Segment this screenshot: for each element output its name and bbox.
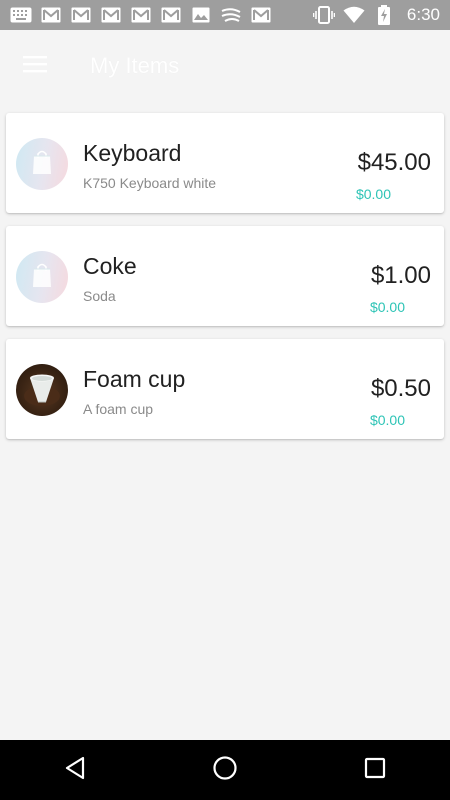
keyboard-icon [10, 6, 32, 24]
navigation-bar [0, 740, 450, 800]
recents-icon [364, 757, 386, 784]
item-price: $1.00 [370, 262, 431, 289]
gmail-icon [70, 6, 92, 24]
item-card[interactable]: Foam cup A foam cup $0.50 $0.00 [6, 339, 444, 439]
item-name: Foam cup [83, 366, 186, 392]
menu-button[interactable] [0, 30, 70, 102]
back-button[interactable] [45, 740, 105, 800]
image-icon [190, 6, 212, 24]
item-description: Soda [83, 288, 116, 304]
gmail-icon [130, 6, 152, 24]
item-description: A foam cup [83, 401, 154, 417]
vibrate-icon [312, 6, 335, 24]
item-description: K750 Keyboard white [83, 175, 217, 191]
item-image [16, 251, 68, 303]
item-list: Keyboard K750 Keyboard white $45.00 $0.0… [6, 113, 444, 452]
page-title: My Items [90, 53, 180, 78]
foam-cup-photo [16, 364, 68, 416]
item-card[interactable]: Coke Soda $1.00 $0.00 [6, 226, 444, 326]
gmail-icon [40, 6, 62, 24]
item-name: Keyboard [83, 140, 182, 166]
wifi-icon [343, 6, 365, 24]
home-button[interactable] [195, 740, 255, 800]
item-sub-price: $0.00 [369, 299, 405, 315]
recents-button[interactable] [345, 740, 405, 800]
notification-icons [10, 6, 272, 24]
item-sub-price: $0.00 [355, 186, 391, 202]
gmail-icon [160, 6, 182, 24]
battery-charging-icon [373, 5, 395, 25]
item-price: $45.00 [357, 149, 431, 176]
item-image [16, 138, 68, 190]
status-time: 6:30 [406, 5, 440, 24]
item-name: Coke [83, 253, 137, 279]
status-bar: 6:30 [0, 0, 450, 30]
swiftkey-icon [220, 6, 242, 24]
system-icons: 6:30 [312, 5, 440, 25]
shopping-bag-icon [31, 262, 53, 293]
item-price: $0.50 [370, 375, 431, 402]
app-bar: My Items [0, 30, 450, 102]
shopping-bag-icon [31, 149, 53, 180]
back-icon [64, 756, 86, 785]
gmail-icon [250, 6, 272, 24]
item-card[interactable]: Keyboard K750 Keyboard white $45.00 $0.0… [6, 113, 444, 213]
item-sub-price: $0.00 [369, 412, 405, 428]
home-icon [212, 755, 238, 786]
hamburger-menu-icon [23, 55, 47, 78]
gmail-icon [100, 6, 122, 24]
screen: 6:30 My Items Keyboard K750 Keyboard whi… [0, 0, 450, 800]
